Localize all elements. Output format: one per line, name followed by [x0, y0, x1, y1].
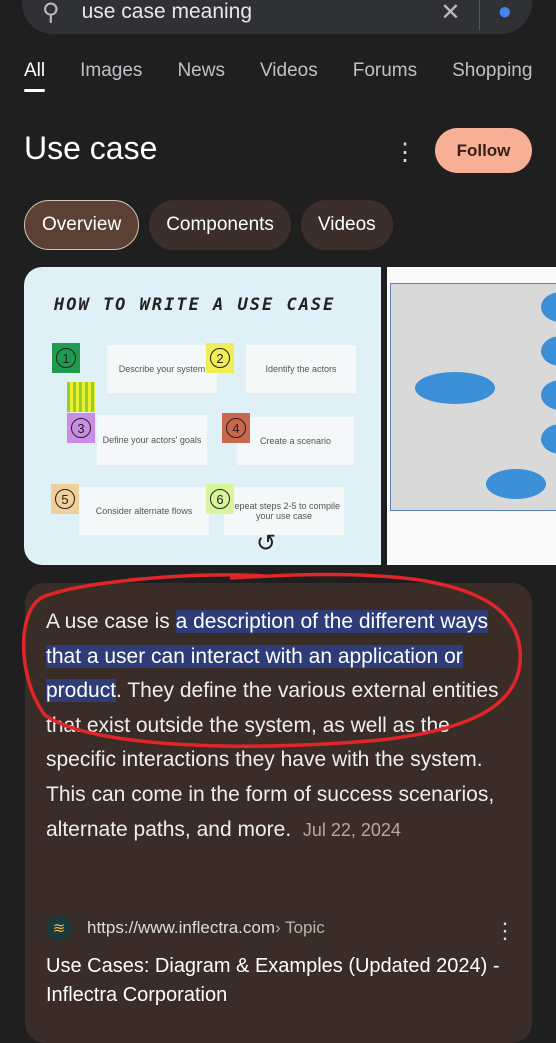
- close-icon[interactable]: ✕: [440, 0, 460, 27]
- tab-forums[interactable]: Forums: [353, 60, 417, 82]
- chip-components[interactable]: Components: [149, 200, 291, 250]
- step-3: Define your actors' goals: [97, 415, 207, 465]
- use-case-diagram-image[interactable]: [387, 267, 556, 565]
- use-case-ellipse: [541, 380, 556, 410]
- use-case-ellipse: [541, 336, 556, 366]
- search-bar[interactable]: ⚲ use case meaning ✕ ●: [22, 0, 532, 34]
- step-1: Describe your system: [107, 345, 217, 393]
- step-2: Identify the actors: [246, 345, 356, 393]
- follow-button[interactable]: Follow: [435, 128, 532, 173]
- use-case-ellipse: [541, 424, 556, 454]
- swirl-doodle-icon: ↺: [256, 530, 277, 557]
- chip-overview[interactable]: Overview: [24, 200, 140, 250]
- tab-all[interactable]: All: [24, 60, 46, 92]
- page-title: Use case: [24, 130, 158, 166]
- use-case-ellipse: [541, 292, 556, 322]
- search-tabs: All Images News Videos Forums Shopping: [24, 60, 556, 92]
- more-vert-icon[interactable]: ⋮: [393, 138, 417, 167]
- step-2-number: 2: [206, 343, 234, 373]
- infographic-image[interactable]: HOW TO WRITE A USE CASE Describe your sy…: [24, 267, 381, 565]
- search-icon: ⚲: [42, 0, 60, 26]
- use-case-ellipse: [415, 372, 495, 404]
- step-4-number: 4: [222, 413, 250, 443]
- mic-icon[interactable]: ●: [498, 0, 513, 26]
- more-vert-icon[interactable]: ⋮: [494, 918, 516, 944]
- result-link[interactable]: Use Cases: Diagram & Examples (Updated 2…: [46, 952, 526, 1010]
- chip-videos[interactable]: Videos: [300, 200, 393, 250]
- step-6: Repeat steps 2-5 to compile your use cas…: [224, 487, 344, 535]
- source[interactable]: ≋ https://www.inflectra.com › Topic: [46, 915, 325, 941]
- chip-row: Overview Components Videos: [24, 200, 393, 250]
- overview-text: A use case is a description of the diffe…: [46, 610, 499, 841]
- step-1-number: 1: [52, 343, 80, 373]
- step-6-number: 6: [206, 484, 234, 514]
- step-5-number: 5: [51, 484, 79, 514]
- step-3-number: 3: [67, 413, 95, 443]
- source-url[interactable]: https://www.inflectra.com: [87, 918, 275, 938]
- inflectra-logo-icon: ≋: [46, 915, 72, 941]
- infographic-title: HOW TO WRITE A USE CASE: [54, 295, 336, 315]
- date: Jul 22, 2024: [302, 819, 401, 840]
- search-input[interactable]: use case meaning: [82, 0, 441, 24]
- step-5: Consider alternate flows: [79, 487, 209, 535]
- use-case-ellipse: [486, 469, 546, 499]
- step-4: Create a scenario: [237, 417, 354, 465]
- tab-images[interactable]: Images: [80, 60, 142, 82]
- divider: [478, 0, 480, 30]
- grid-decoration: [67, 382, 95, 412]
- diagram-frame: [390, 283, 556, 511]
- tab-videos[interactable]: Videos: [260, 60, 318, 82]
- tab-shopping[interactable]: Shopping: [452, 60, 532, 82]
- tab-news[interactable]: News: [177, 60, 225, 82]
